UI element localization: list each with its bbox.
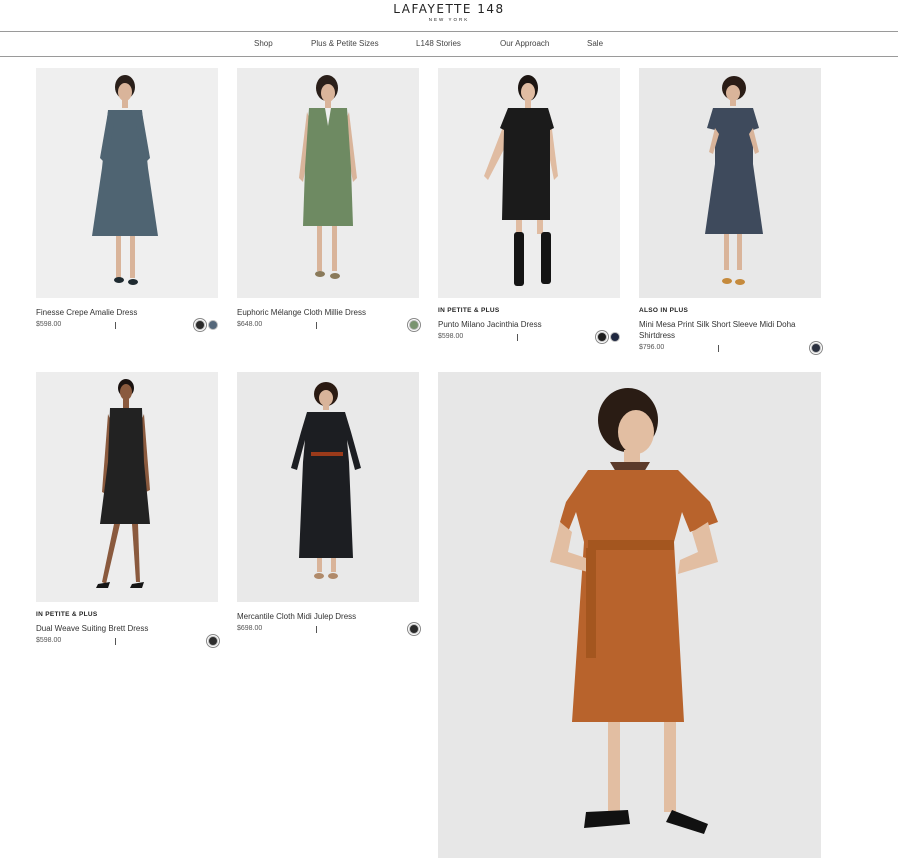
color-swatch[interactable] [208,636,218,646]
product-image[interactable] [237,68,419,298]
brand-name: LAFAYETTE 148 [393,2,505,16]
product-price: $598.00 [36,321,62,328]
price-divider [718,345,719,352]
nav-l148-stories[interactable]: L148 Stories [416,39,461,48]
product-price: $598.00 [36,637,62,644]
price-divider [316,322,317,329]
color-swatches [597,332,620,342]
nav-our-approach[interactable]: Our Approach [500,39,549,48]
nav-sale[interactable]: Sale [587,39,603,48]
product-name[interactable]: Euphoric Mélange Cloth Millie Dress [237,307,419,318]
product-image[interactable] [639,68,821,298]
color-swatch[interactable] [811,343,821,353]
price-divider [316,626,317,633]
price-divider [115,638,116,645]
product-price: $598.00 [438,333,464,340]
product-image[interactable] [237,372,419,602]
color-swatch[interactable] [597,332,607,342]
product-badge: ALSO IN PLUS [639,307,689,314]
product-badge: IN PETITE & PLUS [36,611,98,618]
color-swatch[interactable] [208,320,218,330]
price-divider [517,334,518,341]
product-image[interactable] [36,372,218,602]
product-name[interactable]: Finesse Crepe Amalie Dress [36,307,218,318]
product-name[interactable]: Mercantile Cloth Midi Julep Dress [237,611,419,622]
product-price: $648.00 [237,321,263,328]
brand-logo[interactable]: LAFAYETTE 148 NEW YORK [0,2,898,22]
color-swatch[interactable] [195,320,205,330]
main-nav: Shop Plus & Petite Sizes L148 Stories Ou… [0,32,898,57]
site-header: LAFAYETTE 148 NEW YORK [0,0,898,32]
product-name[interactable]: Mini Mesa Print Silk Short Sleeve Midi D… [639,319,821,341]
feature-image[interactable] [438,372,821,858]
product-price: $698.00 [237,625,263,632]
color-swatch[interactable] [409,624,419,634]
product-price: $796.00 [639,344,665,351]
price-divider [115,322,116,329]
product-name[interactable]: Dual Weave Suiting Brett Dress [36,623,218,634]
product-image[interactable] [438,68,620,298]
color-swatches [409,624,419,634]
color-swatches [208,636,218,646]
color-swatches [195,320,218,330]
color-swatch[interactable] [409,320,419,330]
color-swatches [811,343,821,353]
color-swatches [409,320,419,330]
product-image[interactable] [36,68,218,298]
color-swatch[interactable] [610,332,620,342]
product-name[interactable]: Punto Milano Jacinthia Dress [438,319,620,330]
nav-shop[interactable]: Shop [254,39,273,48]
product-badge: IN PETITE & PLUS [438,307,500,314]
nav-plus-petite-sizes[interactable]: Plus & Petite Sizes [311,39,379,48]
brand-location: NEW YORK [428,17,470,22]
